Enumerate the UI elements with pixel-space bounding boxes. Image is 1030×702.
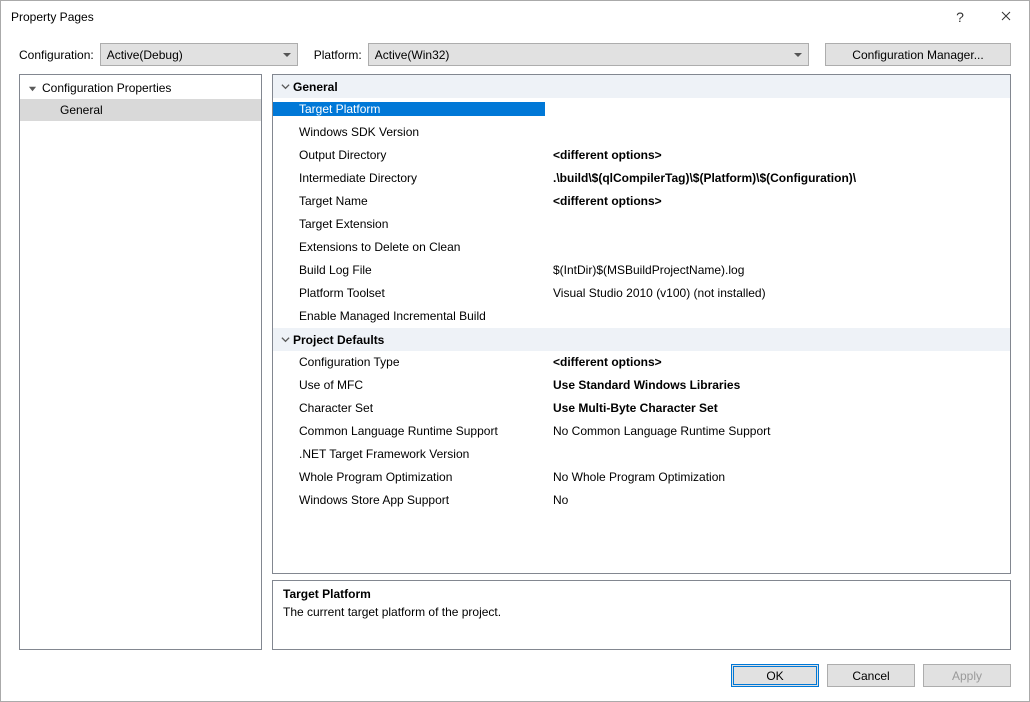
property-label: Extensions to Delete on Clean <box>273 240 545 254</box>
property-label: Output Directory <box>273 148 545 162</box>
property-value[interactable]: <different options> <box>545 355 1010 369</box>
property-value[interactable]: No <box>545 493 1010 507</box>
property-row[interactable]: Target Platform <box>273 98 1010 121</box>
configuration-label: Configuration: <box>19 48 94 62</box>
property-row[interactable]: Windows Store App SupportNo <box>273 489 1010 512</box>
dialog-buttons: OK Cancel Apply <box>1 654 1029 701</box>
property-label: Character Set <box>273 401 545 415</box>
close-button[interactable] <box>983 2 1029 32</box>
property-label: Use of MFC <box>273 378 545 392</box>
property-label: Target Extension <box>273 217 545 231</box>
title-bar: Property Pages ? <box>1 1 1029 33</box>
description-text: The current target platform of the proje… <box>283 605 1000 619</box>
property-value[interactable]: No Whole Program Optimization <box>545 470 1010 484</box>
property-label: .NET Target Framework Version <box>273 447 545 461</box>
property-row[interactable]: Enable Managed Incremental Build <box>273 305 1010 328</box>
apply-button[interactable]: Apply <box>923 664 1011 687</box>
description-title: Target Platform <box>283 587 1000 601</box>
property-value[interactable]: <different options> <box>545 148 1010 162</box>
property-value[interactable]: No Common Language Runtime Support <box>545 424 1010 438</box>
property-label: Windows Store App Support <box>273 493 545 507</box>
chevron-down-icon <box>277 335 293 344</box>
property-label: Common Language Runtime Support <box>273 424 545 438</box>
property-value[interactable]: $(IntDir)$(MSBuildProjectName).log <box>545 263 1010 277</box>
property-label: Windows SDK Version <box>273 125 545 139</box>
configuration-value: Active(Debug) <box>107 48 183 62</box>
property-value[interactable]: Use Standard Windows Libraries <box>545 378 1010 392</box>
window-title: Property Pages <box>11 10 937 24</box>
cancel-label: Cancel <box>852 669 889 683</box>
configuration-combo[interactable]: Active(Debug) <box>100 43 298 66</box>
property-row[interactable]: Configuration Type<different options> <box>273 351 1010 374</box>
main-area: Configuration Properties General General… <box>1 74 1029 654</box>
property-value[interactable]: Use Multi-Byte Character Set <box>545 401 1010 415</box>
property-label: Target Platform <box>273 102 545 116</box>
property-row[interactable]: Common Language Runtime SupportNo Common… <box>273 420 1010 443</box>
property-grid[interactable]: General Target Platform Windows SDK Versi… <box>272 74 1011 574</box>
tree-item-general[interactable]: General <box>20 99 261 121</box>
property-label: Build Log File <box>273 263 545 277</box>
platform-combo[interactable]: Active(Win32) <box>368 43 809 66</box>
group-label: Project Defaults <box>293 333 384 347</box>
property-row[interactable]: Windows SDK Version <box>273 121 1010 144</box>
platform-value: Active(Win32) <box>375 48 450 62</box>
property-value[interactable]: <different options> <box>545 194 1010 208</box>
chevron-down-icon <box>794 53 802 57</box>
property-row[interactable]: Intermediate Directory.\build\$(qlCompil… <box>273 167 1010 190</box>
group-project-defaults[interactable]: Project Defaults <box>273 328 1010 351</box>
chevron-down-icon <box>283 53 291 57</box>
ok-label: OK <box>766 669 783 683</box>
configuration-bar: Configuration: Active(Debug) Platform: A… <box>1 33 1029 74</box>
property-row[interactable]: Target Name<different options> <box>273 190 1010 213</box>
property-row[interactable]: Target Extension <box>273 213 1010 236</box>
property-row[interactable]: Platform ToolsetVisual Studio 2010 (v100… <box>273 282 1010 305</box>
configuration-manager-label: Configuration Manager... <box>852 48 983 62</box>
chevron-down-icon <box>277 82 293 91</box>
close-icon <box>1001 10 1011 24</box>
property-label: Enable Managed Incremental Build <box>273 309 545 323</box>
property-row[interactable]: Build Log File$(IntDir)$(MSBuildProjectN… <box>273 259 1010 282</box>
property-row[interactable]: Extensions to Delete on Clean <box>273 236 1010 259</box>
caret-down-icon <box>26 82 38 94</box>
description-panel: Target Platform The current target platf… <box>272 580 1011 650</box>
tree-root-label: Configuration Properties <box>42 81 171 95</box>
tree-item-label: General <box>60 103 103 117</box>
property-row[interactable]: Output Directory<different options> <box>273 144 1010 167</box>
property-row[interactable]: .NET Target Framework Version <box>273 443 1010 466</box>
group-general[interactable]: General <box>273 75 1010 98</box>
ok-button[interactable]: OK <box>731 664 819 687</box>
apply-label: Apply <box>952 669 982 683</box>
property-label: Configuration Type <box>273 355 545 369</box>
nav-tree[interactable]: Configuration Properties General <box>19 74 262 650</box>
property-label: Intermediate Directory <box>273 171 545 185</box>
tree-root[interactable]: Configuration Properties <box>20 77 261 99</box>
help-icon: ? <box>956 9 964 25</box>
property-label: Whole Program Optimization <box>273 470 545 484</box>
property-panel: General Target Platform Windows SDK Versi… <box>272 74 1011 650</box>
help-button[interactable]: ? <box>937 2 983 32</box>
property-row[interactable]: Character SetUse Multi-Byte Character Se… <box>273 397 1010 420</box>
cancel-button[interactable]: Cancel <box>827 664 915 687</box>
property-label: Target Name <box>273 194 545 208</box>
property-value[interactable]: Visual Studio 2010 (v100) (not installed… <box>545 286 1010 300</box>
property-row[interactable]: Whole Program OptimizationNo Whole Progr… <box>273 466 1010 489</box>
property-value[interactable]: .\build\$(qlCompilerTag)\$(Platform)\$(C… <box>545 171 1010 185</box>
group-label: General <box>293 80 338 94</box>
platform-label: Platform: <box>314 48 362 62</box>
configuration-manager-button[interactable]: Configuration Manager... <box>825 43 1011 66</box>
property-label: Platform Toolset <box>273 286 545 300</box>
property-row[interactable]: Use of MFCUse Standard Windows Libraries <box>273 374 1010 397</box>
